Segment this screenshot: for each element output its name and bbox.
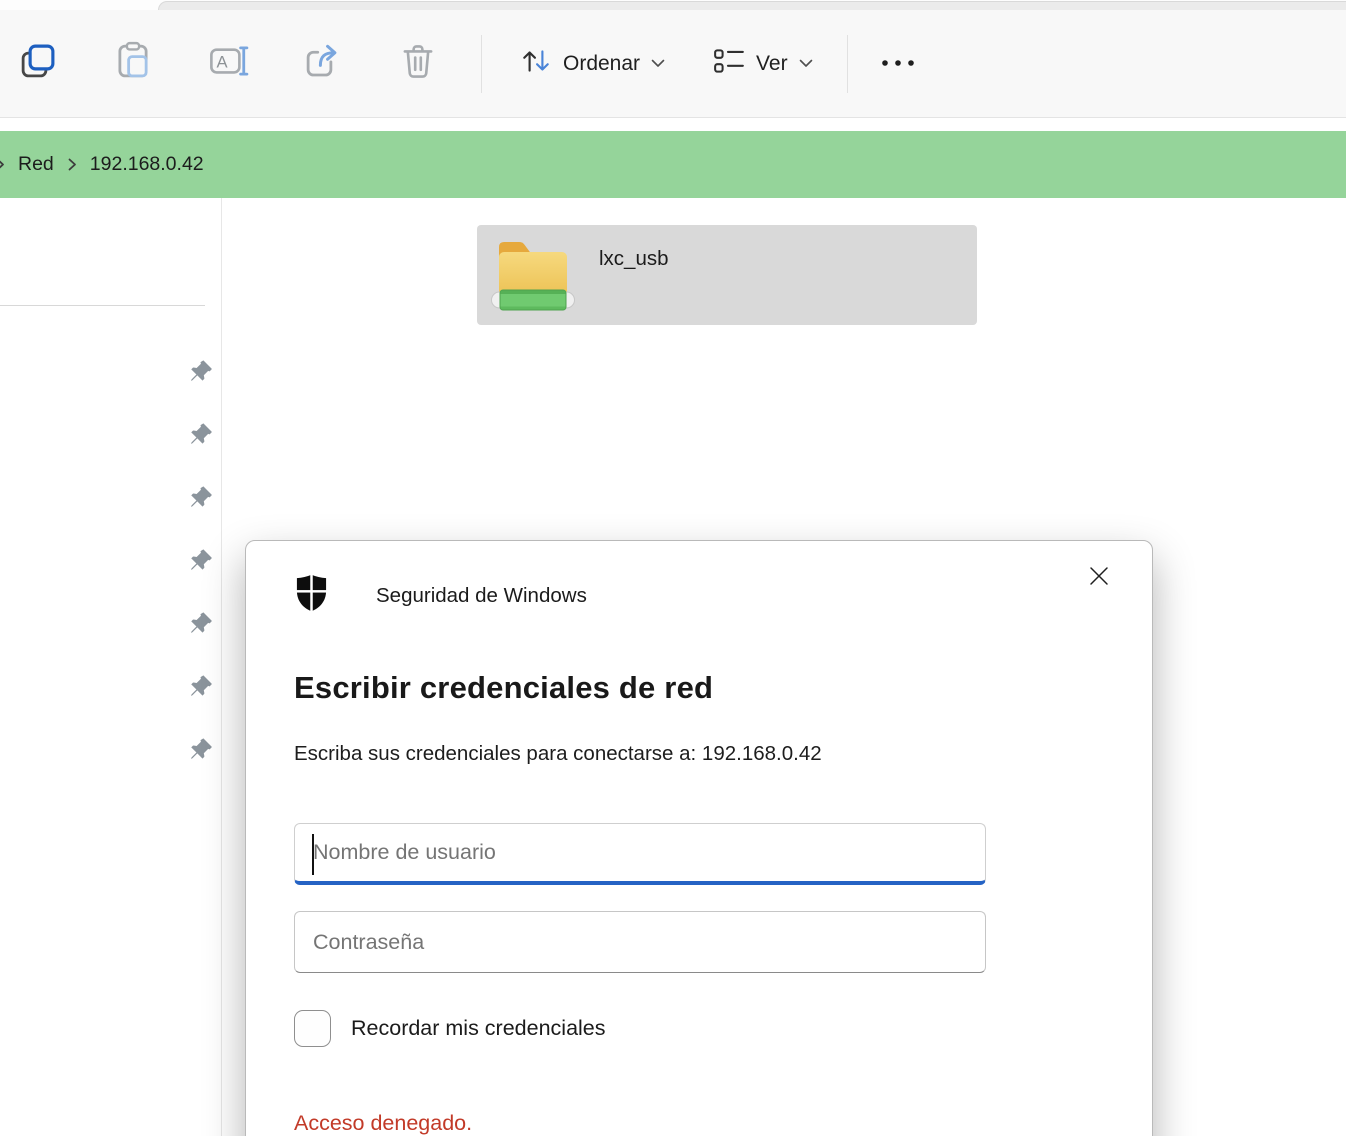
view-dropdown[interactable]: Ver <box>689 28 837 100</box>
remember-checkbox[interactable] <box>294 1010 331 1047</box>
chevron-down-icon <box>651 55 665 73</box>
error-message: Acceso denegado. <box>294 1111 1104 1136</box>
remember-credentials-row[interactable]: Recordar mis credenciales <box>294 1010 1104 1047</box>
delete-icon <box>397 40 439 87</box>
more-options-button[interactable] <box>862 28 934 100</box>
sort-dropdown[interactable]: Ordenar <box>496 28 689 100</box>
windows-security-dialog: Seguridad de Windows Escribir credencial… <box>245 540 1153 1136</box>
copy-button[interactable] <box>6 28 70 100</box>
dialog-app-title: Seguridad de Windows <box>376 584 587 608</box>
breadcrumb-chevron-icon <box>67 157 77 172</box>
navigation-pane <box>0 198 222 1136</box>
address-bar[interactable]: Red 192.168.0.42 <box>0 131 1346 198</box>
dialog-title: Escribir credenciales de red <box>294 670 1104 706</box>
view-label: Ver <box>756 52 788 76</box>
sort-label: Ordenar <box>563 52 640 76</box>
tab-strip <box>0 0 1346 10</box>
folder-item-lxc-usb[interactable]: lxc_usb <box>477 225 977 325</box>
username-placeholder: Nombre de usuario <box>313 840 496 865</box>
view-icon <box>713 47 745 80</box>
pin-icon <box>188 736 214 762</box>
sidebar-pins <box>188 358 214 762</box>
text-caret <box>312 834 314 875</box>
paste-icon <box>112 40 154 87</box>
folder-name-label: lxc_usb <box>599 247 669 271</box>
password-field[interactable]: Contraseña <box>294 911 986 973</box>
sort-icon <box>520 45 552 82</box>
toolbar-separator <box>847 35 848 93</box>
breadcrumb-item-red[interactable]: Red <box>18 153 54 176</box>
sidebar-divider <box>0 305 205 306</box>
more-icon <box>878 55 918 73</box>
share-button[interactable] <box>291 28 355 100</box>
explorer-window: A <box>0 0 1346 1136</box>
dialog-subtitle: Escriba sus credenciales para conectarse… <box>294 742 1104 766</box>
dialog-header: Seguridad de Windows <box>294 573 1104 618</box>
close-icon <box>1086 563 1112 594</box>
content-area: lxc_usb Seguridad de Windows <box>0 198 1346 1136</box>
close-dialog-button[interactable] <box>1080 559 1118 597</box>
pin-icon <box>188 421 214 447</box>
delete-button[interactable] <box>386 28 450 100</box>
rename-button[interactable]: A <box>196 28 260 100</box>
rename-icon: A <box>207 40 249 87</box>
security-shield-icon <box>294 573 329 618</box>
username-field[interactable]: Nombre de usuario <box>294 823 986 885</box>
breadcrumb-item-host[interactable]: 192.168.0.42 <box>90 153 204 176</box>
remember-label: Recordar mis credenciales <box>351 1016 606 1041</box>
pin-icon <box>188 673 214 699</box>
pin-icon <box>188 610 214 636</box>
pin-icon <box>188 358 214 384</box>
breadcrumb-chevron-icon <box>0 157 5 172</box>
pin-icon <box>188 484 214 510</box>
chevron-down-icon <box>799 55 813 73</box>
toolbar-separator <box>481 35 482 93</box>
copy-icon <box>17 40 59 87</box>
pin-icon <box>188 547 214 573</box>
svg-text:A: A <box>216 52 228 71</box>
password-placeholder: Contraseña <box>313 930 424 955</box>
network-folder-icon <box>491 234 575 317</box>
share-icon <box>302 40 344 87</box>
paste-button[interactable] <box>101 28 165 100</box>
command-toolbar: A <box>0 10 1346 118</box>
